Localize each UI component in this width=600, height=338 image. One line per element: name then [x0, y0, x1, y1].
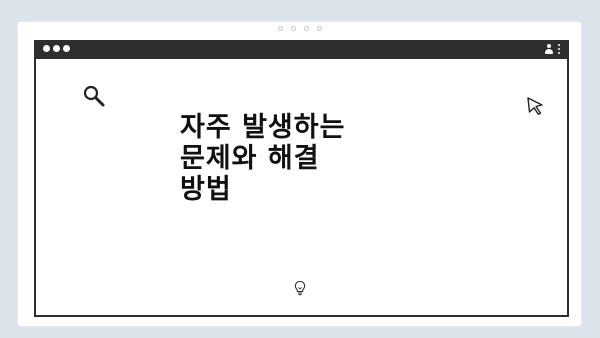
pager-dot[interactable] — [291, 26, 296, 31]
pager-dots — [0, 26, 600, 31]
titlebar-icons — [544, 43, 561, 55]
title-line: 문제와 해결 — [180, 143, 320, 174]
slide-canvas: 자주 발생하는 문제와 해결 방법 — [0, 0, 600, 338]
window-controls — [43, 45, 70, 52]
window-dot-3[interactable] — [63, 45, 70, 52]
user-icon[interactable] — [544, 43, 554, 55]
title-line: 방법 — [180, 174, 232, 205]
window-dot-2[interactable] — [53, 45, 60, 52]
title-line: 자주 발생하는 — [180, 112, 346, 143]
window-titlebar — [36, 40, 567, 59]
pager-dot[interactable] — [278, 26, 283, 31]
slide-title: 자주 발생하는 문제와 해결 방법 — [180, 112, 440, 205]
kebab-menu-icon[interactable] — [558, 43, 561, 55]
cursor-arrow-icon — [527, 97, 543, 115]
pager-dot[interactable] — [317, 26, 322, 31]
pager-dot[interactable] — [304, 26, 309, 31]
search-icon — [83, 85, 105, 107]
window-dot-1[interactable] — [43, 45, 50, 52]
lightbulb-icon — [294, 280, 306, 296]
